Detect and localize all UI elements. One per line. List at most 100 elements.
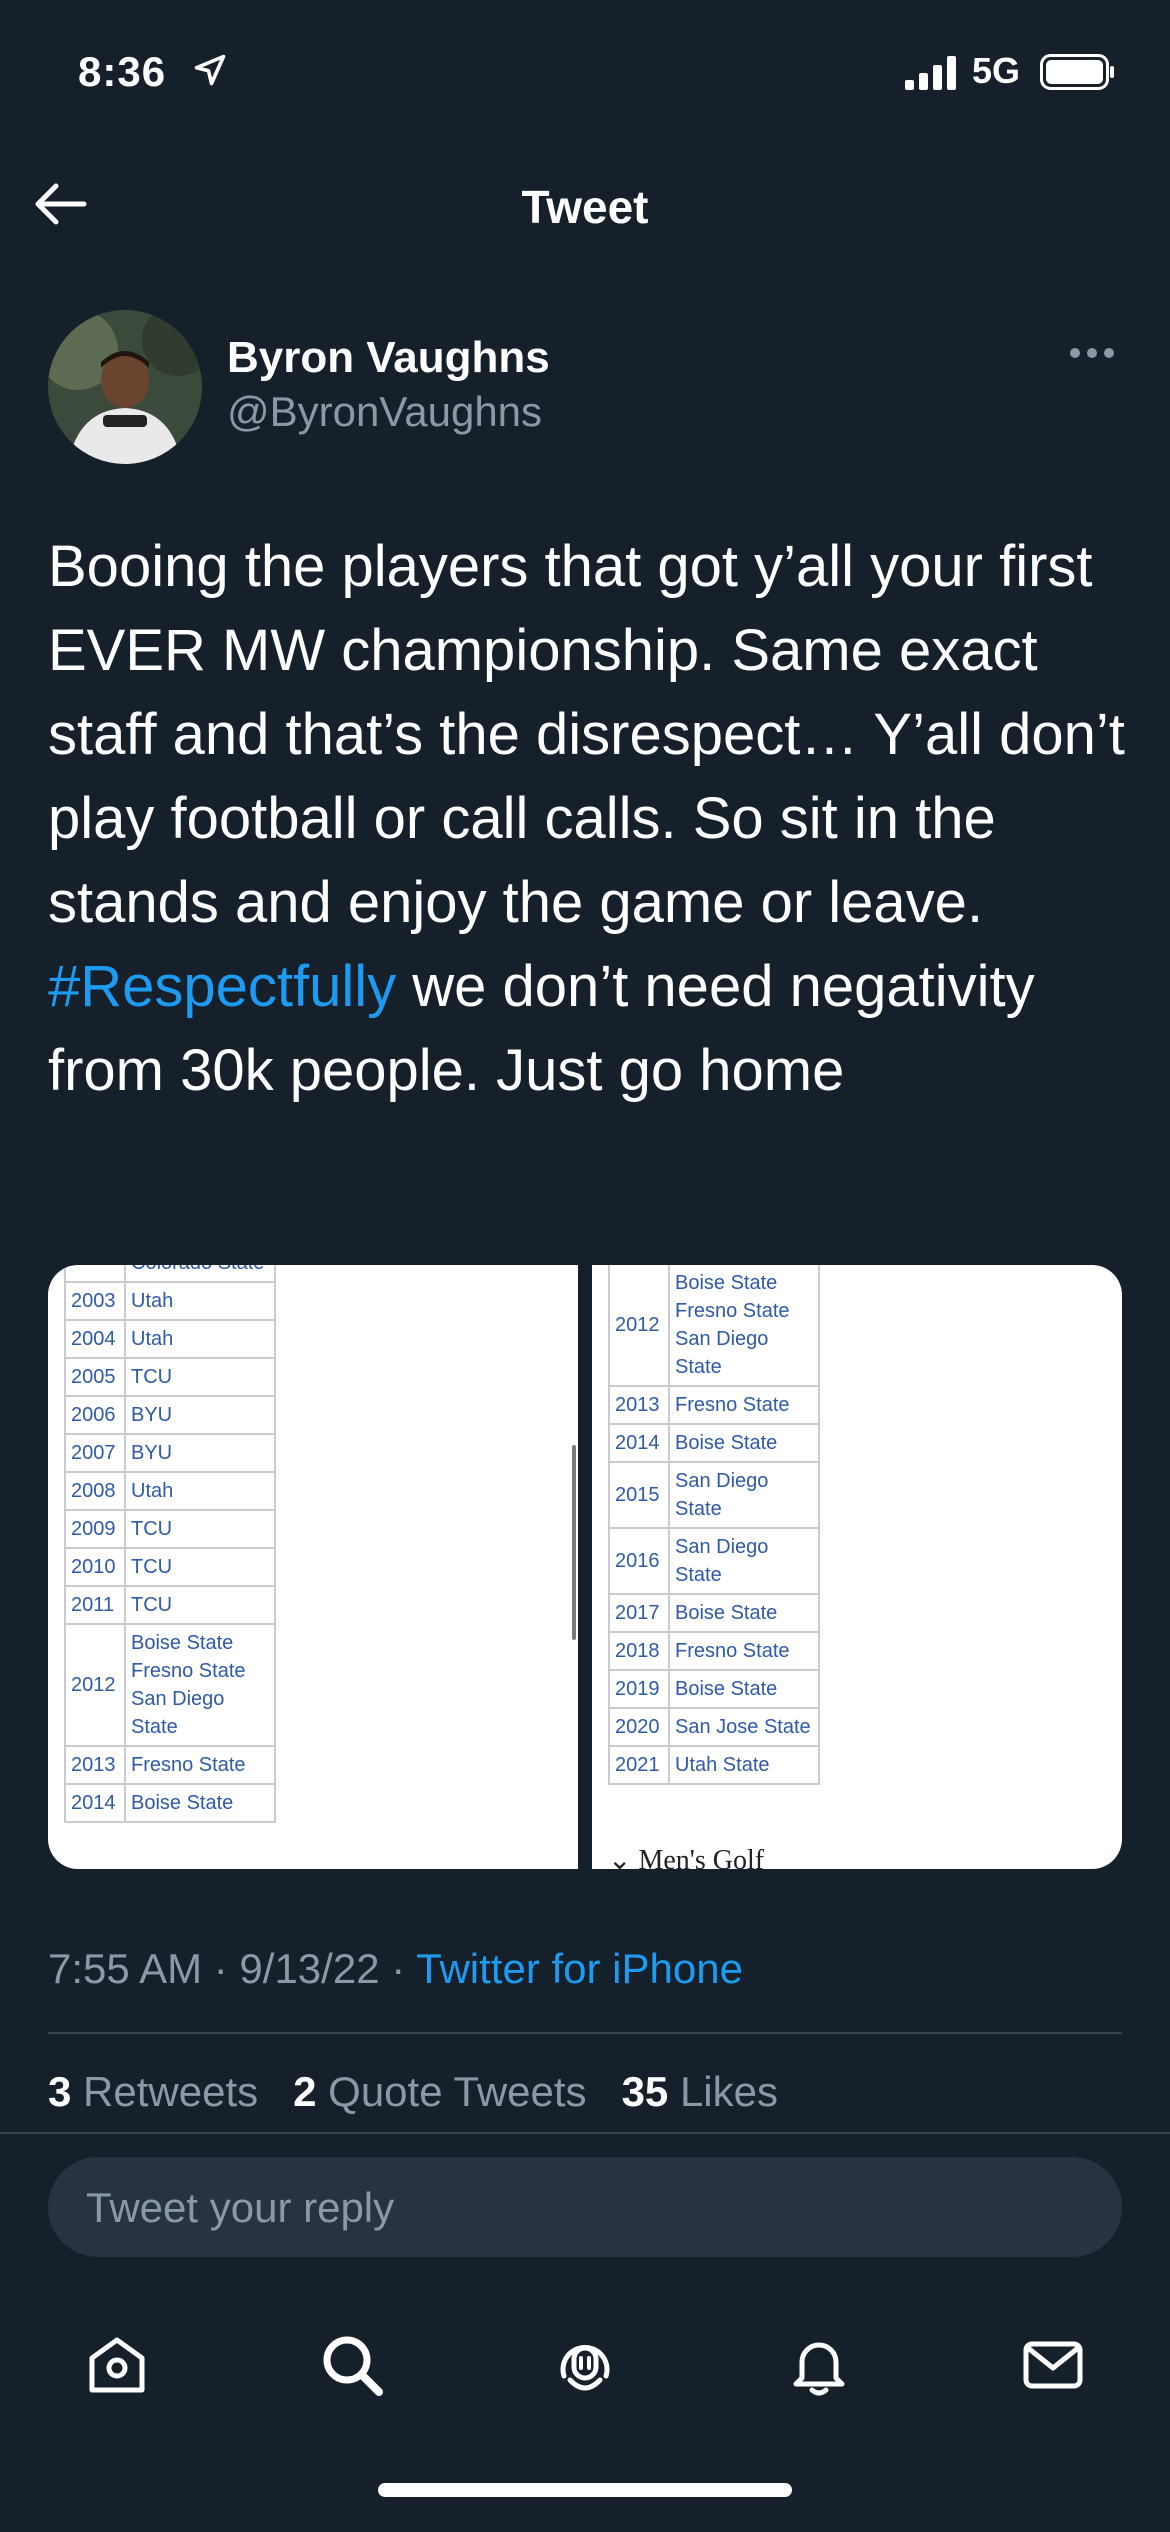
champion-name[interactable]: Boise State	[131, 1789, 269, 1817]
messages-icon[interactable]	[1008, 2320, 1098, 2410]
champion-name[interactable]: Fresno State	[675, 1297, 813, 1325]
champion-cell[interactable]: Boise State	[668, 1669, 820, 1709]
author-handle[interactable]: @ByronVaughns	[227, 388, 542, 436]
champion-cell[interactable]: Fresno State	[668, 1385, 820, 1425]
quotes-count[interactable]: 2	[293, 2068, 316, 2115]
table-row: 2009 TCU	[64, 1509, 276, 1549]
champion-name[interactable]: San Diego State	[675, 1325, 813, 1381]
champion-name[interactable]: Boise State	[675, 1269, 813, 1297]
likes-label[interactable]: Likes	[680, 2068, 778, 2115]
champion-cell[interactable]: TCU	[124, 1509, 276, 1549]
retweets-count[interactable]: 3	[48, 2068, 71, 2115]
table-row: 2005 TCU	[64, 1357, 276, 1397]
champion-cell[interactable]: San Diego State	[668, 1461, 820, 1529]
champion-name[interactable]: San Jose State	[675, 1713, 813, 1741]
table-row: Colorado State	[64, 1265, 276, 1283]
table-row: 2004 Utah	[64, 1319, 276, 1359]
champion-cell[interactable]: Boise State Fresno State San Diego State	[124, 1623, 276, 1747]
champion-cell[interactable]: San Jose State	[668, 1707, 820, 1747]
table-row: 2018 Fresno State	[608, 1631, 820, 1671]
champion-name[interactable]: Boise State	[131, 1629, 269, 1657]
media-image-right[interactable]: 2012 Boise State Fresno State San Diego Sta…	[592, 1265, 1122, 1869]
champion-name[interactable]: TCU	[131, 1591, 269, 1619]
champion-name[interactable]: Fresno State	[131, 1751, 269, 1779]
quotes-label[interactable]: Quote Tweets	[328, 2068, 586, 2115]
year-cell: 2014	[64, 1783, 126, 1823]
champion-cell[interactable]: Fresno State	[668, 1631, 820, 1671]
champion-cell[interactable]: BYU	[124, 1433, 276, 1473]
table-row: 2015 San Diego State	[608, 1461, 820, 1529]
champion-name[interactable]: Fresno State	[675, 1637, 813, 1665]
year-cell: 2020	[608, 1707, 670, 1747]
table-row: 2006 BYU	[64, 1395, 276, 1435]
champion-cell[interactable]: Utah	[124, 1319, 276, 1359]
champion-name[interactable]: Fresno State	[131, 1657, 269, 1685]
champion-name[interactable]: Boise State	[675, 1429, 813, 1457]
author-name[interactable]: Byron Vaughns	[227, 333, 550, 383]
table-row: 2021 Utah State	[608, 1745, 820, 1785]
status-bar: 8:36 5G	[0, 0, 1170, 150]
champion-cell[interactable]: Fresno State	[124, 1745, 276, 1785]
reply-input[interactable]	[84, 2157, 1088, 2259]
likes-count[interactable]: 35	[622, 2068, 669, 2115]
hashtag-link[interactable]: #Respectfully	[48, 954, 396, 1019]
champion-cell[interactable]: TCU	[124, 1547, 276, 1587]
spaces-icon[interactable]	[540, 2320, 630, 2410]
champion-name[interactable]: San Diego State	[131, 1685, 269, 1741]
table-row: 2013 Fresno State	[608, 1385, 820, 1425]
champion-cell[interactable]: Colorado State	[124, 1265, 276, 1283]
divider	[48, 2032, 1122, 2034]
table-row: 2016 San Diego State	[608, 1527, 820, 1595]
champion-name[interactable]: TCU	[131, 1553, 269, 1581]
home-icon[interactable]	[72, 2320, 162, 2410]
media-image-left[interactable]: Colorado State2003Utah2004Utah2005TCU200…	[48, 1265, 578, 1869]
avatar[interactable]	[48, 310, 202, 464]
year-cell	[64, 1265, 126, 1283]
champion-name[interactable]: Boise State	[675, 1599, 813, 1627]
champion-cell[interactable]: San Diego State	[668, 1527, 820, 1595]
champion-name[interactable]: Utah	[131, 1287, 269, 1315]
table-row: 2013 Fresno State	[64, 1745, 276, 1785]
retweets-label[interactable]: Retweets	[83, 2068, 258, 2115]
champion-cell[interactable]: Boise State	[668, 1593, 820, 1633]
year-cell: 2016	[608, 1527, 670, 1595]
champion-cell[interactable]: BYU	[124, 1395, 276, 1435]
champion-name[interactable]: TCU	[131, 1363, 269, 1391]
section-heading-label: Men's Golf	[638, 1845, 765, 1869]
champion-name[interactable]: Utah State	[675, 1751, 813, 1779]
champion-name[interactable]: BYU	[131, 1401, 269, 1429]
home-indicator[interactable]	[378, 2483, 792, 2497]
champion-name[interactable]: Boise State	[675, 1675, 813, 1703]
table-row: 2014 Boise State	[64, 1783, 276, 1823]
tweet-text-part: Booing the players that got y’all your f…	[48, 534, 1125, 935]
champion-name[interactable]: Colorado State	[131, 1265, 269, 1277]
champion-cell[interactable]: TCU	[124, 1357, 276, 1397]
champion-cell[interactable]: Utah	[124, 1281, 276, 1321]
champion-name[interactable]: Utah	[131, 1325, 269, 1353]
tweet-text: Booing the players that got y’all your f…	[48, 525, 1128, 1113]
table-row: 2014 Boise State	[608, 1423, 820, 1463]
tweet-media[interactable]: Colorado State2003Utah2004Utah2005TCU200…	[48, 1265, 1122, 1869]
champion-cell[interactable]: Boise State	[124, 1783, 276, 1823]
champion-cell[interactable]: Boise State	[668, 1423, 820, 1463]
champion-cell[interactable]: TCU	[124, 1585, 276, 1625]
champion-name[interactable]: Fresno State	[675, 1391, 813, 1419]
champion-name[interactable]: BYU	[131, 1439, 269, 1467]
year-cell: 2021	[608, 1745, 670, 1785]
notifications-icon[interactable]	[774, 2320, 864, 2410]
champion-name[interactable]: San Diego State	[675, 1533, 813, 1589]
champion-cell[interactable]: Utah State	[668, 1745, 820, 1785]
champion-cell[interactable]: Boise State Fresno State San Diego State	[668, 1265, 820, 1387]
champion-name[interactable]: San Diego State	[675, 1467, 813, 1523]
reply-box[interactable]	[48, 2157, 1122, 2259]
champion-name[interactable]: TCU	[131, 1515, 269, 1543]
nav-bar: Tweet	[0, 160, 1170, 260]
search-icon[interactable]	[307, 2320, 397, 2410]
tweet-timestamp: 7:55 AM · 9/13/22 · Twitter for iPhone	[48, 1945, 743, 1993]
year-cell: 2019	[608, 1669, 670, 1709]
champion-name[interactable]: Utah	[131, 1477, 269, 1505]
champion-cell[interactable]: Utah	[124, 1471, 276, 1511]
more-options-icon[interactable]	[1068, 345, 1116, 361]
source-link[interactable]: Twitter for iPhone	[416, 1945, 743, 1992]
status-time: 8:36	[78, 48, 167, 95]
